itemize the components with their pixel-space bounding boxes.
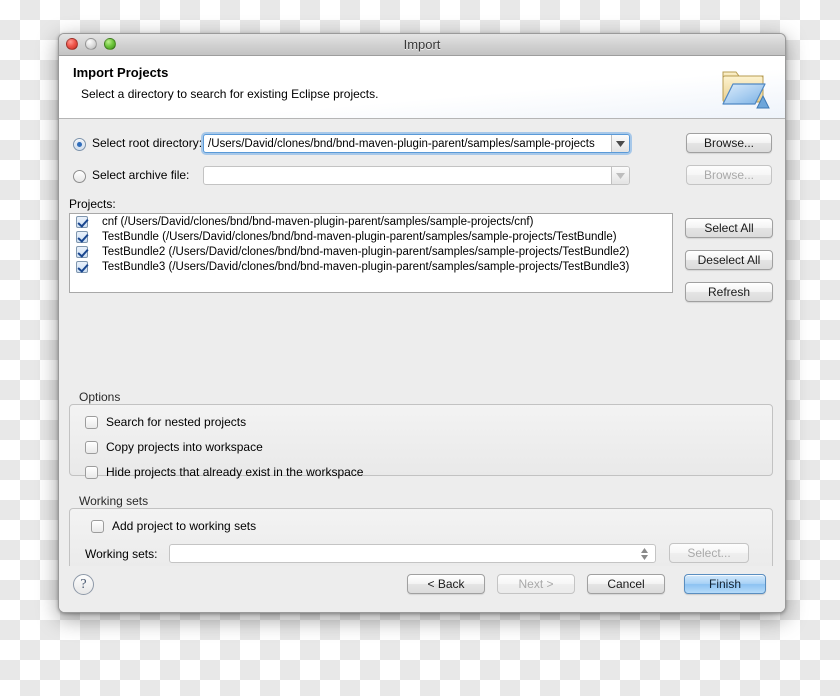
checkbox[interactable] [85, 465, 98, 479]
table-row[interactable]: cnf (/Users/David/clones/bnd/bnd-maven-p… [70, 214, 672, 229]
row-label: TestBundle (/Users/David/clones/bnd/bnd-… [102, 230, 617, 243]
dialog-footer: ? < Back Next > Cancel Finish [59, 566, 785, 612]
options-group-title: Options [79, 390, 121, 404]
row-checkbox[interactable] [76, 215, 88, 228]
checkbox[interactable] [91, 519, 104, 533]
working-sets-select-field[interactable] [169, 544, 656, 563]
browse-archive-file-button: Browse... [686, 165, 772, 185]
chevron-down-icon[interactable] [611, 135, 629, 152]
refresh-button[interactable]: Refresh [685, 282, 773, 302]
root-directory-value: /Users/David/clones/bnd/bnd-maven-plugin… [208, 137, 595, 150]
label-select-archive-file: Select archive file: [92, 168, 190, 182]
deselect-all-button[interactable]: Deselect All [685, 250, 773, 270]
label-select-root-directory: Select root directory: [92, 136, 203, 150]
working-sets-field-label: Working sets: [85, 547, 158, 561]
checkbox[interactable] [85, 440, 98, 454]
projects-label: Projects: [69, 197, 116, 211]
row-checkbox[interactable] [76, 230, 88, 243]
working-sets-select-button: Select... [669, 543, 749, 563]
add-project-to-working-sets-checkbox[interactable]: Add project to working sets [91, 519, 256, 533]
next-button: Next > [497, 574, 575, 594]
select-all-button[interactable]: Select All [685, 218, 773, 238]
radio-select-archive-file[interactable] [73, 170, 86, 183]
import-folder-icon [719, 62, 773, 114]
option-label: Search for nested projects [106, 415, 247, 429]
row-label: TestBundle2 (/Users/David/clones/bnd/bnd… [102, 245, 630, 258]
chevron-down-icon[interactable] [611, 167, 629, 184]
window-titlebar[interactable]: Import [59, 34, 785, 56]
import-dialog: Import Import Projects Select a director… [58, 33, 786, 613]
option-copy-projects-into-workspace[interactable]: Copy projects into workspace [85, 440, 263, 454]
help-icon[interactable]: ? [73, 574, 94, 595]
projects-list[interactable]: cnf (/Users/David/clones/bnd/bnd-maven-p… [69, 213, 673, 293]
page-subtitle: Select a directory to search for existin… [81, 87, 379, 101]
table-row[interactable]: TestBundle2 (/Users/David/clones/bnd/bnd… [70, 244, 672, 259]
root-directory-combo[interactable]: /Users/David/clones/bnd/bnd-maven-plugin… [203, 134, 630, 153]
row-checkbox[interactable] [76, 245, 88, 258]
finish-button[interactable]: Finish [684, 574, 766, 594]
working-sets-group-title: Working sets [79, 494, 149, 508]
option-hide-existing-projects[interactable]: Hide projects that already exist in the … [85, 465, 363, 479]
radio-select-root-directory[interactable] [73, 138, 86, 151]
row-label: TestBundle3 (/Users/David/clones/bnd/bnd… [102, 260, 630, 273]
stepper-icon[interactable] [636, 547, 652, 560]
browse-root-directory-button[interactable]: Browse... [686, 133, 772, 153]
cancel-button[interactable]: Cancel [587, 574, 665, 594]
option-label: Copy projects into workspace [106, 440, 263, 454]
wizard-body: Select root directory: /Users/David/clon… [59, 119, 785, 612]
row-checkbox[interactable] [76, 260, 88, 273]
row-label: cnf (/Users/David/clones/bnd/bnd-maven-p… [102, 215, 534, 228]
option-search-nested-projects[interactable]: Search for nested projects [85, 415, 246, 429]
page-title: Import Projects [73, 65, 169, 80]
option-label: Hide projects that already exist in the … [106, 465, 364, 479]
working-sets-add-label: Add project to working sets [112, 519, 257, 533]
checkbox[interactable] [85, 415, 98, 429]
wizard-header: Import Projects Select a directory to se… [59, 56, 785, 119]
archive-file-combo[interactable] [203, 166, 630, 185]
table-row[interactable]: TestBundle3 (/Users/David/clones/bnd/bnd… [70, 259, 672, 274]
back-button[interactable]: < Back [407, 574, 485, 594]
table-row[interactable]: TestBundle (/Users/David/clones/bnd/bnd-… [70, 229, 672, 244]
window-title: Import [403, 37, 441, 52]
